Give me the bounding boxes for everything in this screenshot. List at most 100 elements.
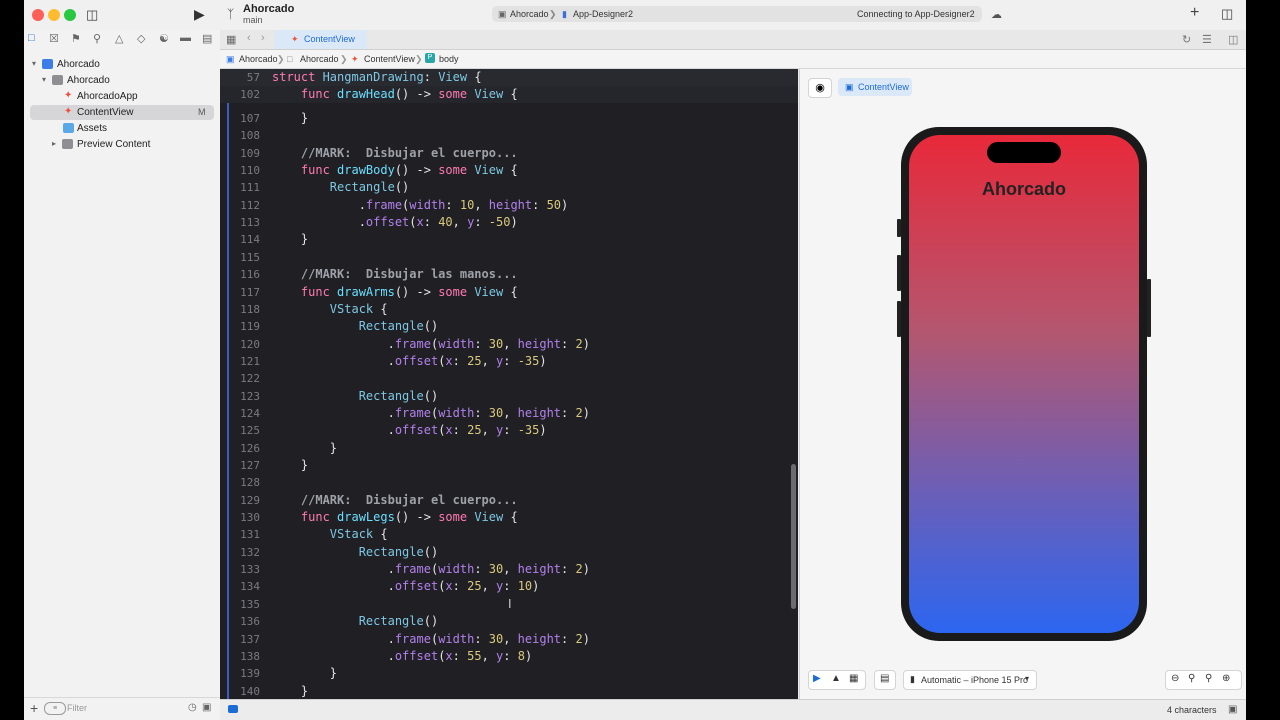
code-line[interactable]: 126 } xyxy=(220,440,798,457)
zoom-window-button[interactable] xyxy=(64,9,76,21)
zoom-actual-icon[interactable]: ⚲ xyxy=(1205,673,1212,684)
inspector-toggle-icon[interactable]: ◫ xyxy=(1221,7,1233,21)
minimize-window-button[interactable] xyxy=(48,9,60,21)
refresh-icon[interactable]: ↻ xyxy=(1182,33,1191,46)
code-text: } xyxy=(272,440,338,455)
filter-options-icon[interactable]: ≡ xyxy=(44,702,66,715)
code-line[interactable]: 140 } xyxy=(220,683,798,699)
recent-files-icon[interactable]: ◷ xyxy=(188,702,197,713)
breadcrumb-item[interactable]: body xyxy=(439,54,459,64)
code-line[interactable]: 110 func drawBody() -> some View { xyxy=(220,162,798,179)
code-line[interactable]: 124 .frame(width: 30, height: 2) xyxy=(220,405,798,422)
console-toggle-icon[interactable]: ▣ xyxy=(1228,704,1237,715)
source-control-icon[interactable]: ☒ xyxy=(49,32,59,45)
disclosure-open-icon[interactable]: ▾ xyxy=(32,59,36,68)
zoom-in-icon[interactable]: ⊕ xyxy=(1222,673,1230,684)
code-line[interactable]: 125 .offset(x: 25, y: -35) xyxy=(220,422,798,439)
scm-filter-icon[interactable]: ▣ xyxy=(202,702,211,713)
report-icon[interactable]: ▤ xyxy=(202,32,212,45)
code-line[interactable]: 102 func drawHead() -> some View { xyxy=(220,86,798,103)
code-line[interactable]: 118 VStack { xyxy=(220,301,798,318)
code-line[interactable]: 113 .offset(x: 40, y: -50) xyxy=(220,214,798,231)
device-selector[interactable]: ▮ Automatic – iPhone 15 Pro ▾ xyxy=(903,670,1037,690)
folder-icon[interactable]: □ xyxy=(28,32,35,44)
device-settings-button[interactable]: ▤ xyxy=(874,670,896,690)
preview-chip[interactable]: ▣ ContentView xyxy=(838,78,912,96)
add-icon[interactable]: + xyxy=(1190,5,1199,21)
run-icon[interactable]: ▶ xyxy=(194,7,205,21)
code-line[interactable]: 122 xyxy=(220,370,798,387)
code-line[interactable]: 120 .frame(width: 30, height: 2) xyxy=(220,336,798,353)
code-line[interactable]: 139 } xyxy=(220,665,798,682)
code-line[interactable]: 136 Rectangle() xyxy=(220,613,798,630)
scheme-selector[interactable]: Ahorcado xyxy=(510,9,549,19)
filter-input[interactable]: Filter xyxy=(67,703,87,713)
destination-selector[interactable]: App-Designer2 xyxy=(573,9,633,19)
disclosure-open-icon[interactable]: ▾ xyxy=(42,75,46,84)
code-line[interactable]: 130 func drawLegs() -> some View { xyxy=(220,509,798,526)
tree-item-folder[interactable]: ▾ Ahorcado xyxy=(24,73,220,88)
test-icon[interactable]: ◇ xyxy=(137,32,145,45)
line-number: 122 xyxy=(240,372,260,386)
code-line[interactable]: 131 VStack { xyxy=(220,526,798,543)
tree-item-preview-content[interactable]: ▸ Preview Content xyxy=(24,137,220,152)
code-line[interactable]: 112 .frame(width: 10, height: 50) xyxy=(220,197,798,214)
zoom-fit-icon[interactable]: ⚲ xyxy=(1188,673,1195,684)
breadcrumb-item[interactable]: Ahorcado xyxy=(239,54,278,64)
split-editor-icon[interactable]: ◫ xyxy=(1228,33,1238,46)
breadcrumb-item[interactable]: Ahorcado xyxy=(300,54,339,64)
code-line[interactable]: 133 .frame(width: 30, height: 2) xyxy=(220,561,798,578)
code-text: } xyxy=(272,683,309,698)
variants-icon[interactable]: ▦ xyxy=(849,673,858,684)
disclosure-closed-icon[interactable]: ▸ xyxy=(52,139,56,148)
tree-item-ahorcadoapp[interactable]: ✦ AhorcadoApp xyxy=(24,89,220,104)
debug-area-toggle-icon[interactable] xyxy=(228,705,238,713)
back-icon[interactable]: ‹ xyxy=(247,32,251,44)
close-window-button[interactable] xyxy=(32,9,44,21)
code-line[interactable]: 111 Rectangle() xyxy=(220,179,798,196)
code-line[interactable]: 108 xyxy=(220,127,798,144)
sticky-header-func[interactable]: 102 func drawHead() -> some View { xyxy=(220,86,798,103)
tab-contentview[interactable]: ✦ ContentView xyxy=(275,30,367,49)
xcode-window: ◫ ▶ ᛉ Ahorcado main ▣ Ahorcado ❯ ▮ App-D… xyxy=(24,0,1246,720)
selectable-mode-icon[interactable]: ▲ xyxy=(831,673,841,684)
editor-scrollbar[interactable] xyxy=(791,464,796,609)
code-line[interactable]: 57 struct HangmanDrawing: View { xyxy=(220,69,798,86)
code-line[interactable]: 132 Rectangle() xyxy=(220,544,798,561)
code-line[interactable]: 129 //MARK: Disbujar el cuerpo... xyxy=(220,492,798,509)
add-file-icon[interactable]: + xyxy=(30,700,38,716)
code-line[interactable]: 127 } xyxy=(220,457,798,474)
code-line[interactable]: 116 //MARK: Disbujar las manos... xyxy=(220,266,798,283)
code-line[interactable]: 134 .offset(x: 25, y: 10) xyxy=(220,578,798,595)
code-line[interactable]: 119 Rectangle() xyxy=(220,318,798,335)
debug-icon[interactable]: ☯ xyxy=(159,32,169,45)
code-line[interactable]: 117 func drawArms() -> some View { xyxy=(220,284,798,301)
tree-item-project[interactable]: ▾ Ahorcado xyxy=(24,57,220,72)
breadcrumb-item[interactable]: ContentView xyxy=(364,54,415,64)
code-line[interactable]: 121 .offset(x: 25, y: -35) xyxy=(220,353,798,370)
code-line[interactable]: 107 } xyxy=(220,110,798,127)
tree-item-contentview[interactable]: ✦ ContentView M xyxy=(30,105,214,120)
code-line[interactable]: 138 .offset(x: 55, y: 8) xyxy=(220,648,798,665)
breakpoint-icon[interactable]: ▬ xyxy=(180,32,191,44)
editor-options-icon[interactable]: ☰ xyxy=(1202,33,1212,46)
code-line[interactable]: 114 } xyxy=(220,231,798,248)
forward-icon[interactable]: › xyxy=(261,32,265,44)
code-line[interactable]: 128 xyxy=(220,474,798,491)
code-editor[interactable]: 107 } 108 109 //MARK: Disbujar el cuerpo..… xyxy=(220,69,798,699)
search-icon[interactable]: ⚲ xyxy=(93,32,101,45)
bookmark-icon[interactable]: ⚑ xyxy=(71,32,81,45)
pin-icon[interactable]: ◉ xyxy=(808,78,832,98)
code-line[interactable]: 123 Rectangle() xyxy=(220,388,798,405)
warning-icon[interactable]: △ xyxy=(115,32,123,45)
grid-icon[interactable]: ▦ xyxy=(226,33,236,46)
zoom-out-icon[interactable]: ⊖ xyxy=(1171,673,1179,684)
iphone-preview[interactable]: Ahorcado xyxy=(901,127,1147,641)
code-line[interactable]: 137 .frame(width: 30, height: 2) xyxy=(220,631,798,648)
sticky-header-struct[interactable]: 57 struct HangmanDrawing: View { xyxy=(220,69,798,86)
tree-item-assets[interactable]: Assets xyxy=(24,121,220,136)
sidebar-toggle-icon[interactable]: ◫ xyxy=(86,8,98,22)
live-mode-icon[interactable]: ▶ xyxy=(813,673,821,684)
code-line[interactable]: 115 xyxy=(220,249,798,266)
code-line[interactable]: 109 //MARK: Disbujar el cuerpo... xyxy=(220,145,798,162)
